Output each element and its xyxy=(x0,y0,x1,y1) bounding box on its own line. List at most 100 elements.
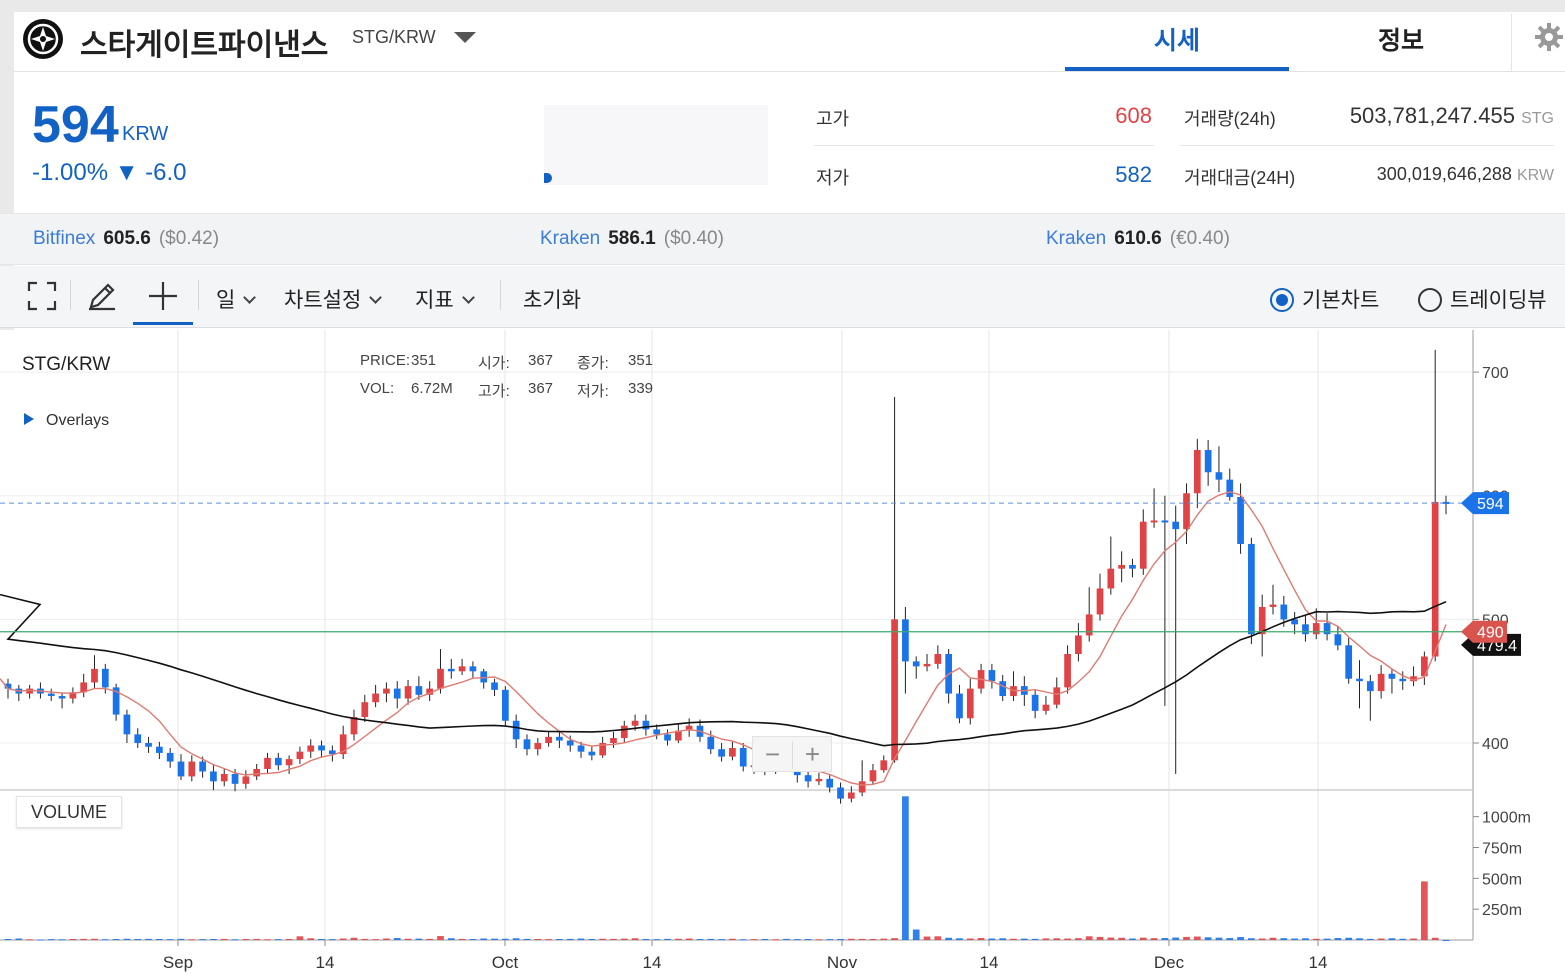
volume-bar xyxy=(156,939,163,941)
price-chart[interactable]: Sep14Oct14Nov14Dec14400500600700250m500m… xyxy=(0,330,1565,974)
candle-body xyxy=(966,688,974,719)
reset-button[interactable]: 초기화 xyxy=(523,284,581,314)
candle-body xyxy=(361,702,369,718)
candle-body xyxy=(91,668,98,683)
candle-body xyxy=(902,619,909,662)
volume-bar xyxy=(480,938,488,940)
crosshair-icon[interactable] xyxy=(147,280,179,312)
candle-body xyxy=(523,739,531,750)
candle-body xyxy=(534,743,542,750)
candle-body xyxy=(242,776,250,784)
zoom-in-button[interactable]: + xyxy=(793,739,832,770)
volume-bar xyxy=(610,938,617,940)
candle-body xyxy=(577,745,585,752)
exchange-item[interactable]: Kraken 610.6 (€0.40) xyxy=(1046,228,1230,250)
candle-body xyxy=(188,761,196,777)
volume-bar xyxy=(966,938,974,940)
candle-body xyxy=(1075,635,1082,654)
volume-bar xyxy=(729,938,736,940)
candle-body xyxy=(1064,653,1071,688)
candle-body xyxy=(566,740,574,746)
overlays-toggle[interactable]: Overlays xyxy=(24,412,109,430)
volume-bar xyxy=(383,938,390,940)
y-axis-label: 400 xyxy=(1482,736,1509,753)
candle-body xyxy=(1204,449,1212,473)
volume-bar xyxy=(793,939,801,941)
chevron-down-icon xyxy=(461,291,475,304)
exchange-item[interactable]: Bitfinex 605.6 ($0.42) xyxy=(33,228,219,250)
chart-settings-dropdown[interactable]: 차트설정 xyxy=(284,284,383,314)
candle-body xyxy=(210,771,217,782)
volume-bar xyxy=(4,939,12,941)
volume-bar xyxy=(415,938,423,940)
exchange-usd: (€0.40) xyxy=(1169,228,1230,249)
volume-bar xyxy=(1291,938,1298,940)
volume-value: 503,781,247.455 xyxy=(1349,103,1515,128)
candle-body xyxy=(447,668,455,672)
volume-bar xyxy=(642,939,650,941)
volume-bar xyxy=(912,929,920,940)
volume-bar xyxy=(188,939,196,941)
volume-bar xyxy=(458,938,466,940)
volume-bar xyxy=(869,939,877,941)
amount-unit: KRW xyxy=(1516,167,1554,184)
volume-bar xyxy=(361,938,369,940)
volume-bar xyxy=(1172,937,1180,940)
candle-body xyxy=(1237,496,1244,544)
candle-body xyxy=(869,770,877,782)
indicators-dropdown[interactable]: 지표 xyxy=(415,284,475,314)
candle-body xyxy=(123,714,131,735)
volume-pane-label: VOLUME xyxy=(16,796,122,828)
exchange-prices: Bitfinex 605.6 ($0.42) Kraken 586.1 ($0.40) … xyxy=(0,213,1565,265)
radio-tradingview[interactable]: 트레이딩뷰 xyxy=(1418,284,1547,314)
fullscreen-icon[interactable] xyxy=(26,280,58,312)
radio-checked-icon xyxy=(1270,288,1294,312)
volume-bar xyxy=(902,796,909,940)
overlays-label: Overlays xyxy=(46,412,110,429)
ohlc-low-value: 339 xyxy=(628,380,654,397)
volume-bar xyxy=(977,938,985,940)
zoom-out-button[interactable]: − xyxy=(753,739,792,770)
volume-bar xyxy=(220,938,228,940)
candle-body xyxy=(1031,694,1039,711)
volume-bar xyxy=(285,939,293,941)
ohlc-open-label: 시가: xyxy=(478,355,510,372)
tab-price[interactable]: 시세 xyxy=(1065,21,1289,71)
gear-icon[interactable] xyxy=(1534,22,1564,52)
exchange-item[interactable]: Kraken 586.1 ($0.40) xyxy=(540,228,724,250)
volume-bar xyxy=(329,939,336,941)
candle-body xyxy=(1248,543,1255,635)
volume-bar xyxy=(123,938,131,940)
volume-bar xyxy=(58,939,66,941)
pencil-icon[interactable] xyxy=(86,280,118,312)
candle-body xyxy=(372,693,379,703)
candle-body xyxy=(220,773,228,782)
volume-bar xyxy=(664,938,671,940)
candle-body xyxy=(1042,704,1050,711)
amount-label: 거래대금(24H) xyxy=(1184,168,1296,188)
candle-body xyxy=(1215,472,1223,480)
chevron-down-icon[interactable] xyxy=(454,32,476,43)
high-label: 고가 xyxy=(816,109,850,129)
exchange-price: 586.1 xyxy=(608,228,656,249)
interval-dropdown[interactable]: 일 xyxy=(216,284,257,314)
toolbar-divider xyxy=(500,280,501,310)
candlestick-chart[interactable]: Sep14Oct14Nov14Dec14400500600700250m500m… xyxy=(0,330,1565,974)
x-axis-label: Dec xyxy=(1154,953,1185,972)
volume-bar xyxy=(1118,937,1125,940)
volume-bar xyxy=(37,939,44,941)
volume-bar xyxy=(1053,938,1061,940)
volume-bar xyxy=(1010,938,1017,940)
play-icon xyxy=(24,413,34,425)
volume-bar xyxy=(696,939,704,941)
exchange-name: Kraken xyxy=(1046,228,1107,249)
volume-bar xyxy=(145,938,152,940)
candle-body xyxy=(296,751,304,760)
candle-body xyxy=(1334,634,1342,646)
active-tool-indicator xyxy=(133,322,193,325)
tab-info[interactable]: 정보 xyxy=(1289,21,1513,71)
volume-bar xyxy=(739,939,747,941)
radio-basic-chart[interactable]: 기본차트 xyxy=(1270,284,1379,314)
volume-bar xyxy=(934,936,942,940)
candle-body xyxy=(956,693,963,719)
